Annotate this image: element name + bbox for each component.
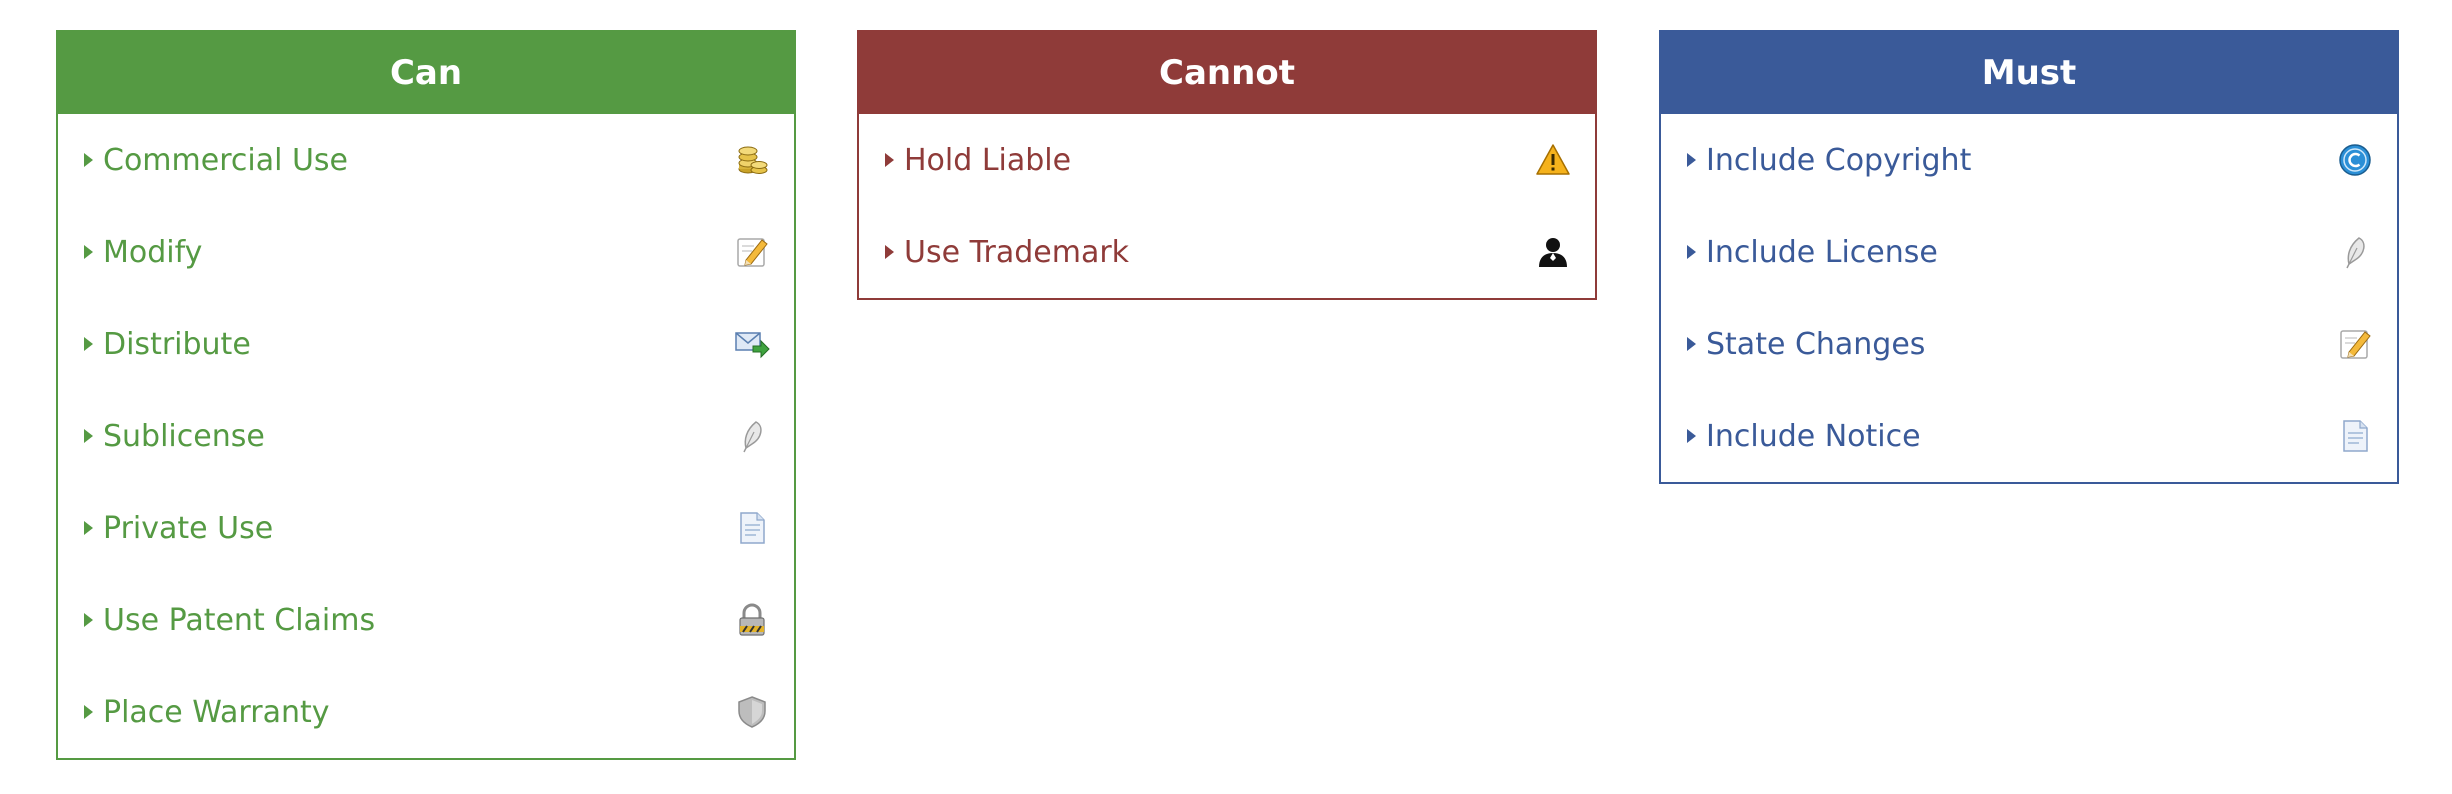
list-item-include-copyright[interactable]: Include Copyright <box>1661 114 2397 206</box>
coins-icon <box>734 142 770 178</box>
panel-must: Must Include Copyright Include License S… <box>1659 30 2399 484</box>
caret-right-icon <box>84 613 93 627</box>
panel-title-must: Must <box>1661 32 2397 114</box>
user-silhouette-icon <box>1535 234 1571 270</box>
item-label: Use Patent Claims <box>103 602 376 638</box>
caret-right-icon <box>84 521 93 535</box>
list-item-place-warranty[interactable]: Place Warranty <box>58 666 794 758</box>
list-item-commercial-use[interactable]: Commercial Use <box>58 114 794 206</box>
lock-icon <box>734 602 770 638</box>
feather-icon <box>734 418 770 454</box>
item-label: Include License <box>1706 234 1938 270</box>
item-label: Hold Liable <box>904 142 1072 178</box>
caret-right-icon <box>885 153 894 167</box>
panel-title-can: Can <box>58 32 794 114</box>
list-item-distribute[interactable]: Distribute <box>58 298 794 390</box>
caret-right-icon <box>1687 429 1696 443</box>
panel-title-cannot: Cannot <box>859 32 1595 114</box>
copyright-icon <box>2337 142 2373 178</box>
list-item-state-changes[interactable]: State Changes <box>1661 298 2397 390</box>
list-item-use-trademark[interactable]: Use Trademark <box>859 206 1595 298</box>
limitations-list: Hold Liable Use Trademark <box>859 114 1595 298</box>
panel-can: Can Commercial Use Modify Distribute Sub… <box>56 30 796 760</box>
item-label: Sublicense <box>103 418 265 454</box>
list-item-sublicense[interactable]: Sublicense <box>58 390 794 482</box>
caret-right-icon <box>1687 245 1696 259</box>
warning-icon <box>1535 142 1571 178</box>
item-label: Private Use <box>103 510 274 546</box>
item-label: Use Trademark <box>904 234 1130 270</box>
item-label: Include Notice <box>1706 418 1921 454</box>
pencil-note-icon <box>734 234 770 270</box>
list-item-modify[interactable]: Modify <box>58 206 794 298</box>
conditions-list: Include Copyright Include License State … <box>1661 114 2397 482</box>
caret-right-icon <box>1687 153 1696 167</box>
list-item-include-license[interactable]: Include License <box>1661 206 2397 298</box>
permissions-list: Commercial Use Modify Distribute Sublice… <box>58 114 794 758</box>
item-label: Place Warranty <box>103 694 330 730</box>
mail-forward-icon <box>734 326 770 362</box>
list-item-private-use[interactable]: Private Use <box>58 482 794 574</box>
caret-right-icon <box>84 337 93 351</box>
item-label: Modify <box>103 234 203 270</box>
document-icon <box>2337 418 2373 454</box>
caret-right-icon <box>885 245 894 259</box>
feather-icon <box>2337 234 2373 270</box>
caret-right-icon <box>84 153 93 167</box>
pencil-note-icon <box>2337 326 2373 362</box>
item-label: Distribute <box>103 326 251 362</box>
caret-right-icon <box>84 705 93 719</box>
shield-icon <box>734 694 770 730</box>
panel-cannot: Cannot Hold Liable Use Trademark <box>857 30 1597 300</box>
list-item-hold-liable[interactable]: Hold Liable <box>859 114 1595 206</box>
item-label: Include Copyright <box>1706 142 1972 178</box>
item-label: State Changes <box>1706 326 1926 362</box>
list-item-use-patent-claims[interactable]: Use Patent Claims <box>58 574 794 666</box>
list-item-include-notice[interactable]: Include Notice <box>1661 390 2397 482</box>
item-label: Commercial Use <box>103 142 349 178</box>
caret-right-icon <box>1687 337 1696 351</box>
caret-right-icon <box>84 245 93 259</box>
document-icon <box>734 510 770 546</box>
caret-right-icon <box>84 429 93 443</box>
